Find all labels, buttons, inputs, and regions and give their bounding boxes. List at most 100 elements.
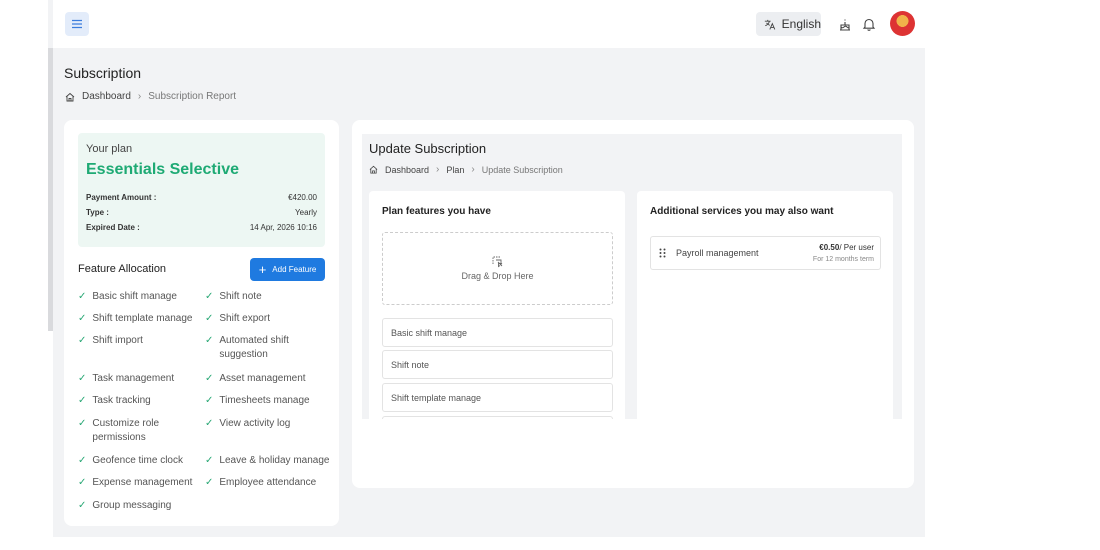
plan-feature-item-partial[interactable] — [382, 416, 613, 419]
feature-item: ✓ Shift note — [205, 290, 325, 304]
plan-feature-item[interactable]: Basic shift manage — [382, 318, 613, 347]
sidebar-scrollbar[interactable] — [48, 48, 53, 331]
plan-card: Your plan Essentials Selective Payment A… — [64, 120, 339, 526]
feature-label: View activity log — [219, 418, 291, 429]
feature-label: Basic shift manage — [92, 291, 177, 302]
chevron-right-icon: › — [436, 164, 440, 175]
check-icon: ✓ — [78, 500, 87, 511]
service-price-amount: €0.50 — [819, 243, 840, 252]
check-icon: ✓ — [205, 373, 214, 384]
feature-item: ✓ Task tracking — [78, 394, 198, 408]
bell-icon — [862, 18, 876, 31]
update-subscription-card: Update Subscription Dashboard › Plan › U… — [352, 120, 914, 488]
type-value: Yearly — [295, 208, 317, 217]
home-icon — [65, 92, 75, 101]
expired-date-value: 14 Apr, 2026 10:16 — [249, 223, 317, 232]
chevron-right-icon: › — [137, 91, 142, 102]
breadcrumb: Dashboard › Subscription Report — [65, 91, 236, 102]
drop-zone-label: Drag & Drop Here — [461, 271, 534, 281]
feature-item: ✓ Basic shift manage — [78, 290, 198, 304]
check-icon: ✓ — [205, 395, 214, 406]
feature-item: ✓ Customize role permissions — [78, 417, 178, 445]
home-icon — [369, 165, 378, 174]
check-icon: ✓ — [78, 418, 87, 429]
feature-item: ✓ Group messaging — [78, 499, 198, 513]
plan-feature-item[interactable]: Shift note — [382, 350, 613, 379]
breadcrumb-dashboard[interactable]: Dashboard — [82, 91, 131, 102]
check-icon: ✓ — [78, 335, 87, 346]
service-price: €0.50/ Per user — [819, 243, 874, 252]
notifications-button[interactable] — [859, 14, 879, 34]
feature-item: ✓ View activity log — [205, 417, 325, 431]
check-icon: ✓ — [78, 291, 87, 302]
page-title: Subscription — [64, 65, 142, 81]
expired-date-key: Expired Date : — [86, 223, 140, 232]
feature-label: Shift note — [219, 291, 262, 302]
top-bar: English — [53, 0, 925, 48]
check-icon: ✓ — [205, 335, 214, 346]
check-icon: ✓ — [78, 373, 87, 384]
translate-icon — [764, 19, 776, 30]
avatar[interactable] — [890, 11, 915, 36]
check-icon: ✓ — [205, 477, 214, 488]
add-feature-button[interactable]: + Add Feature — [250, 258, 325, 281]
check-icon: ✓ — [78, 313, 87, 324]
feature-item: ✓ Timesheets manage — [205, 394, 325, 408]
feature-label: Timesheets manage — [219, 395, 310, 406]
language-label: English — [781, 17, 821, 31]
update-title: Update Subscription — [369, 141, 487, 156]
feature-label: Shift import — [92, 335, 143, 346]
drop-zone[interactable]: Drag & Drop Here — [382, 232, 613, 305]
service-name: Payroll management — [676, 248, 759, 258]
plan-summary: Your plan Essentials Selective Payment A… — [78, 133, 325, 247]
feature-label: Expense management — [92, 477, 193, 488]
additional-services-title: Additional services you may also want — [650, 206, 834, 217]
check-icon: ✓ — [78, 455, 87, 466]
feature-label: Automated shift suggestion — [219, 335, 289, 360]
payment-amount-row: Payment Amount : €420.00 — [86, 193, 317, 202]
add-feature-label: Add Feature — [272, 265, 317, 274]
plan-features-panel: Plan features you have Drag & Drop Here … — [369, 191, 625, 419]
feature-item: ✓ Employee attendance — [205, 476, 325, 490]
cake-button[interactable] — [835, 14, 855, 34]
update-subscription-frame: Update Subscription Dashboard › Plan › U… — [362, 134, 902, 419]
feature-label: Shift template manage — [92, 313, 193, 324]
plan-feature-item[interactable]: Shift template manage — [382, 383, 613, 412]
feature-item: ✓ Shift import — [78, 334, 198, 348]
feature-allocation-title: Feature Allocation — [78, 263, 167, 275]
check-icon: ✓ — [205, 418, 214, 429]
payment-amount-key: Payment Amount : — [86, 193, 157, 202]
drag-handle-icon[interactable] — [659, 248, 666, 258]
feature-item: ✓ Shift template manage — [78, 312, 198, 326]
plus-icon: + — [258, 262, 267, 277]
check-icon: ✓ — [78, 477, 87, 488]
check-icon: ✓ — [205, 455, 214, 466]
plan-label: Your plan — [86, 143, 133, 155]
sidebar-strip — [48, 331, 53, 537]
feature-label: Employee attendance — [219, 477, 317, 488]
menu-toggle-button[interactable] — [65, 12, 89, 36]
feature-item: ✓ Automated shift suggestion — [205, 334, 315, 362]
breadcrumb-plan[interactable]: Plan — [446, 165, 464, 175]
feature-item: ✓ Task management — [78, 372, 198, 386]
feature-item: ✓ Leave & holiday manage — [205, 454, 335, 468]
service-item[interactable]: Payroll management €0.50/ Per user For 1… — [650, 236, 881, 270]
feature-label: Task management — [92, 373, 175, 384]
plan-features-title: Plan features you have — [382, 206, 491, 217]
breadcrumb-dashboard[interactable]: Dashboard — [385, 165, 429, 175]
feature-item: ✓ Geofence time clock — [78, 454, 198, 468]
feature-label: Leave & holiday manage — [219, 455, 330, 466]
breadcrumb-current: Update Subscription — [481, 164, 563, 175]
check-icon: ✓ — [78, 395, 87, 406]
breadcrumb-current: Subscription Report — [148, 91, 237, 102]
additional-services-panel: Additional services you may also want Pa… — [637, 191, 893, 419]
feature-item: ✓ Shift export — [205, 312, 325, 326]
update-breadcrumb: Dashboard › Plan › Update Subscription — [369, 164, 563, 175]
check-icon: ✓ — [205, 291, 214, 302]
feature-label: Shift export — [219, 313, 270, 324]
type-key: Type : — [86, 208, 109, 217]
language-button[interactable]: English — [756, 12, 821, 36]
hamburger-icon — [72, 19, 82, 29]
plan-name: Essentials Selective — [86, 161, 239, 178]
feature-label: Task tracking — [92, 395, 151, 406]
